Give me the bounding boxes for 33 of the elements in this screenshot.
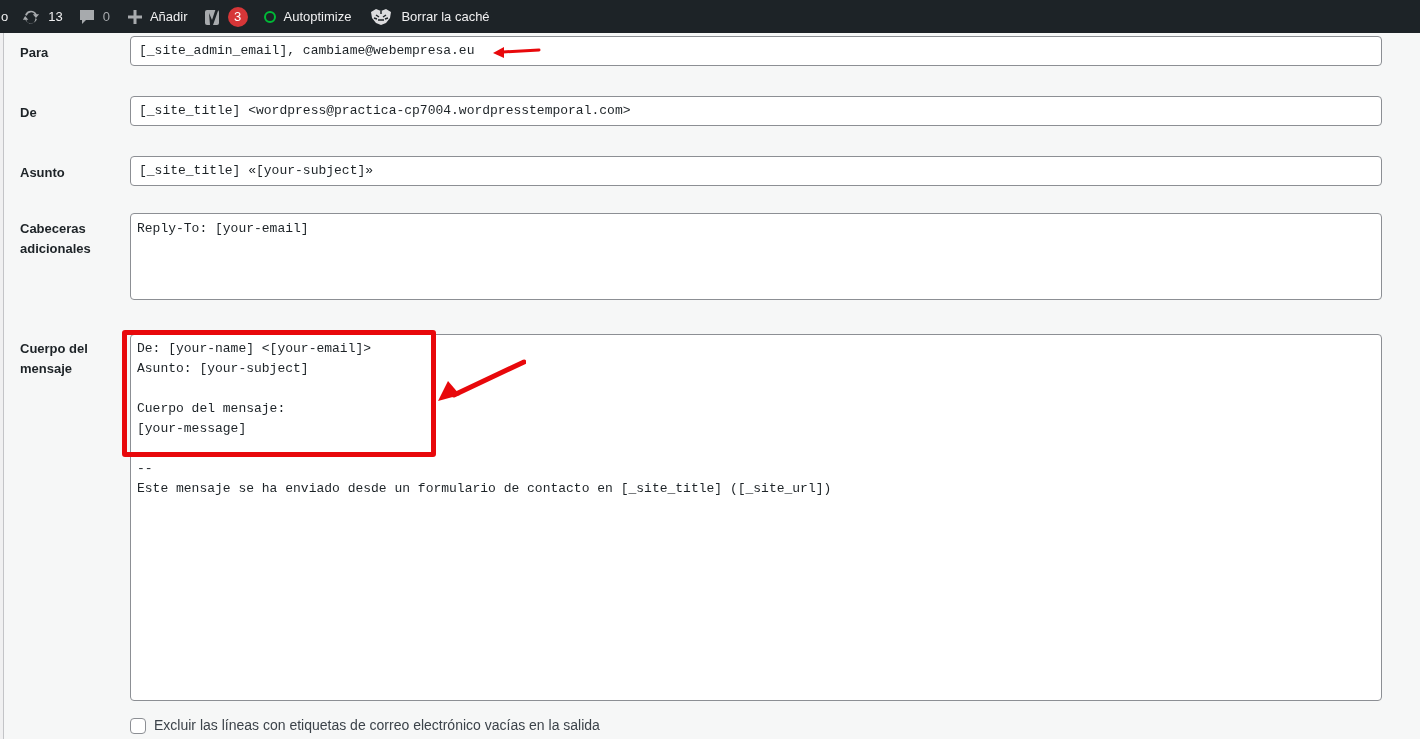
message-line: De: [your-name] <[your-email]> [137, 340, 373, 358]
field-value: [_site_title] «[your-subject]» [139, 162, 374, 181]
admin-bar-item[interactable]: o [1, 6, 9, 27]
field-label: De [20, 104, 38, 122]
field-label: Cuerpo del mensaje [20, 340, 89, 378]
status-ring-icon [263, 10, 276, 23]
new-menu-item[interactable]: Añadir [149, 6, 188, 27]
field-value: Reply-To: [your-email] [137, 221, 309, 236]
field-value: [_site_title] <wordpress@practica-cp7004.wordpresstemporal.com> [139, 102, 631, 121]
message-line: -- [137, 460, 154, 478]
updates-count[interactable]: 13 [48, 6, 63, 27]
textarea-field[interactable]: Reply-To: [your-email] [130, 213, 1382, 300]
autoptimize-menu-item[interactable]: Autoptimize [283, 6, 352, 27]
field-label: Para [20, 44, 50, 62]
annotation-arrow [493, 46, 541, 58]
message-line: [your-message] [137, 420, 248, 438]
notification-badge: 3 [227, 6, 248, 27]
tiger-icon[interactable] [369, 7, 394, 26]
field-label: Cabeceras adicionales [20, 220, 92, 258]
message-line: Cuerpo del mensaje: [137, 400, 287, 418]
plus-icon[interactable] [127, 9, 142, 24]
field-value: [_site_admin_email], cambiame@webempresa.eu [139, 42, 475, 61]
message-line: Asunto: [your-subject] [137, 360, 310, 378]
checkbox[interactable] [130, 717, 146, 734]
clear-cache-menu-item[interactable]: Borrar la caché [401, 6, 490, 27]
comments-count[interactable]: 0 [102, 6, 110, 27]
comment-icon[interactable] [78, 8, 95, 25]
text-field[interactable]: [_site_title] «[your-subject]» [130, 156, 1382, 186]
checkbox-label: Excluir las líneas con etiquetas de correo electrónico vacías en la salida [154, 716, 600, 735]
field-label: Asunto [20, 164, 66, 182]
message-line: Este mensaje se ha enviado desde un formulario de contacto en [_site_title] ([_site_url]) [137, 480, 833, 498]
text-field[interactable]: [_site_title] <wordpress@practica-cp7004.wordpresstemporal.com> [130, 96, 1382, 126]
text-field[interactable]: [_site_admin_email], cambiame@webempresa.eu [130, 36, 1382, 66]
